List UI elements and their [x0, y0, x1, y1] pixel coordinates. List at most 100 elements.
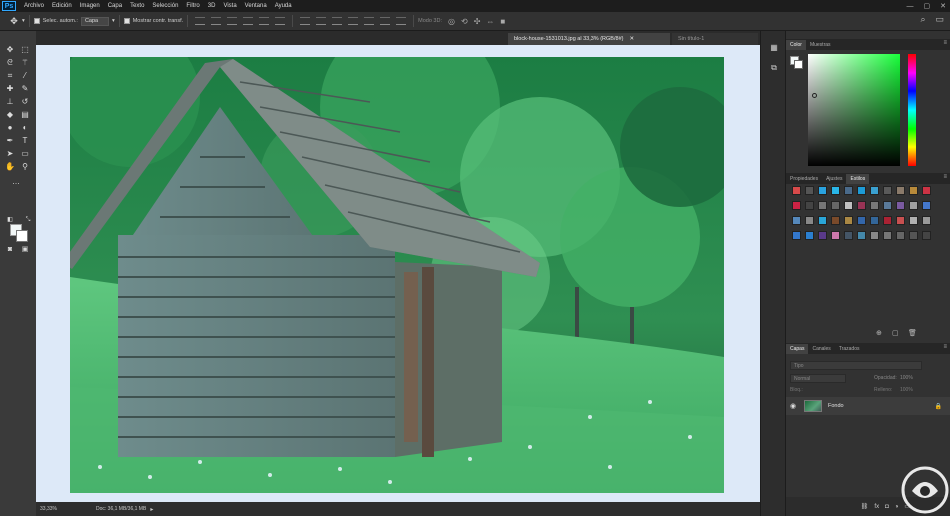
menu-ventana[interactable]: Ventana — [245, 3, 267, 9]
auto-align-icon[interactable] — [396, 17, 407, 25]
show-transform-checkbox[interactable] — [123, 18, 130, 24]
style-swatch[interactable] — [818, 201, 827, 210]
distribute-right-icon[interactable] — [380, 17, 391, 25]
align-right-icon[interactable] — [275, 17, 286, 25]
tab-block-house[interactable]: block-house-1531013.jpg al 33,3% (RGB/8#… — [508, 33, 670, 45]
color-picker-field[interactable] — [808, 54, 900, 166]
minimize-button[interactable]: — — [907, 3, 914, 10]
brush-icon[interactable]: ✎ — [19, 84, 31, 94]
adjustment-layer-icon[interactable]: ◑ — [895, 504, 899, 510]
style-swatch[interactable] — [831, 186, 840, 195]
quick-mask-icon[interactable]: ◙ — [4, 245, 16, 255]
style-swatch[interactable] — [805, 186, 814, 195]
type-icon[interactable]: T — [19, 136, 31, 146]
slide-3d-icon[interactable]: ⇔ — [486, 17, 494, 26]
add-mask-icon[interactable]: ◘ — [885, 504, 889, 510]
color-picker-marker[interactable] — [812, 93, 817, 98]
style-swatch[interactable] — [896, 186, 905, 195]
style-swatch[interactable] — [857, 216, 866, 225]
panel-menu-icon[interactable]: ≡ — [943, 40, 947, 46]
pen-icon[interactable]: ✒ — [4, 136, 16, 146]
style-swatch[interactable] — [922, 186, 931, 195]
align-vcenter-icon[interactable] — [211, 17, 222, 25]
style-swatch[interactable] — [922, 201, 931, 210]
background-color-swatch[interactable] — [16, 230, 28, 242]
distribute-top-icon[interactable] — [300, 17, 311, 25]
distribute-bottom-icon[interactable] — [332, 17, 343, 25]
status-menu-arrow-icon[interactable]: ▸ — [150, 506, 153, 513]
new-style-icon[interactable]: ⊕ — [876, 329, 882, 337]
visibility-eye-icon[interactable]: ◉ — [790, 402, 800, 410]
distribute-vcenter-icon[interactable] — [316, 17, 327, 25]
style-swatch[interactable] — [844, 201, 853, 210]
hand-icon[interactable]: ✋ — [4, 162, 16, 172]
align-left-icon[interactable] — [243, 17, 254, 25]
tab-untitled[interactable]: Sin título-1 — [672, 33, 758, 45]
screen-mode-icon[interactable]: ▣ — [19, 245, 31, 255]
menu-3d[interactable]: 3D — [208, 3, 216, 9]
style-swatch[interactable] — [844, 216, 853, 225]
style-swatch[interactable] — [805, 201, 814, 210]
style-swatch[interactable] — [909, 216, 918, 225]
align-bottom-icon[interactable] — [227, 17, 238, 25]
marquee-icon[interactable]: ⬚ — [19, 45, 31, 55]
panel-menu-icon[interactable]: ≡ — [943, 174, 947, 180]
layer-row[interactable]: ◉ Fondo 🔒 — [786, 397, 950, 415]
style-swatch[interactable] — [792, 201, 801, 210]
menu-vista[interactable]: Vista — [223, 3, 236, 9]
tool-preset-arrow[interactable]: ▾ — [22, 18, 25, 24]
style-swatch[interactable] — [844, 231, 853, 240]
pan-3d-icon[interactable]: ✣ — [474, 17, 481, 26]
tab-layers[interactable]: Capas — [786, 344, 809, 354]
style-swatch[interactable] — [818, 231, 827, 240]
fill-value[interactable]: 100% — [900, 387, 913, 393]
menu-edicion[interactable]: Edición — [52, 3, 72, 9]
scale-3d-icon[interactable]: ■ — [500, 17, 505, 26]
style-swatch[interactable] — [870, 186, 879, 195]
eraser-icon[interactable]: ◆ — [4, 110, 16, 120]
align-hcenter-icon[interactable] — [259, 17, 270, 25]
history-icon[interactable]: ▦ — [769, 43, 779, 53]
auto-select-checkbox[interactable] — [33, 18, 40, 24]
style-swatch[interactable] — [792, 186, 801, 195]
style-swatch[interactable] — [883, 201, 892, 210]
eyedropper-icon[interactable]: ⁄ — [19, 71, 31, 81]
style-swatch[interactable] — [896, 231, 905, 240]
align-top-icon[interactable] — [195, 17, 206, 25]
menu-capa[interactable]: Capa — [108, 3, 122, 9]
style-swatch[interactable] — [922, 216, 931, 225]
history-brush-icon[interactable]: ↺ — [19, 97, 31, 107]
style-swatch[interactable] — [831, 231, 840, 240]
style-swatch[interactable] — [831, 201, 840, 210]
menu-texto[interactable]: Texto — [130, 3, 144, 9]
menu-archivo[interactable]: Archivo — [24, 3, 44, 9]
lock-icon[interactable]: 🔒 — [935, 403, 942, 410]
tool-presets-icon[interactable]: ⧉ — [769, 63, 779, 73]
style-swatch[interactable] — [792, 216, 801, 225]
style-swatch[interactable] — [883, 231, 892, 240]
menu-filtro[interactable]: Filtro — [186, 3, 199, 9]
tab-color[interactable]: Color — [786, 40, 806, 50]
style-swatch[interactable] — [844, 186, 853, 195]
style-swatch[interactable] — [896, 216, 905, 225]
magic-wand-icon[interactable]: ⚚ — [19, 58, 31, 68]
close-button[interactable]: ✕ — [940, 2, 946, 10]
color-background-swatch[interactable] — [794, 60, 803, 69]
delete-style-icon[interactable]: 🗑 — [908, 329, 917, 337]
path-selection-icon[interactable]: ➤ — [4, 149, 16, 159]
style-swatch[interactable] — [896, 201, 905, 210]
style-swatch[interactable] — [818, 186, 827, 195]
tab-swatches[interactable]: Muestras — [806, 40, 835, 50]
zoom-level[interactable]: 33,33% — [40, 506, 76, 512]
tab-adjustments[interactable]: Ajustes — [822, 174, 846, 184]
blur-icon[interactable]: ● — [4, 123, 16, 133]
document-image[interactable] — [70, 57, 724, 493]
style-swatch[interactable] — [870, 231, 879, 240]
style-swatch[interactable] — [909, 231, 918, 240]
style-swatch[interactable] — [922, 231, 931, 240]
orbit-3d-icon[interactable]: ◎ — [448, 17, 455, 26]
style-swatch[interactable] — [805, 231, 814, 240]
tab-paths[interactable]: Trazados — [835, 344, 864, 354]
layer-style-icon[interactable]: fx — [874, 504, 879, 510]
tab-properties[interactable]: Propiedades — [786, 174, 822, 184]
